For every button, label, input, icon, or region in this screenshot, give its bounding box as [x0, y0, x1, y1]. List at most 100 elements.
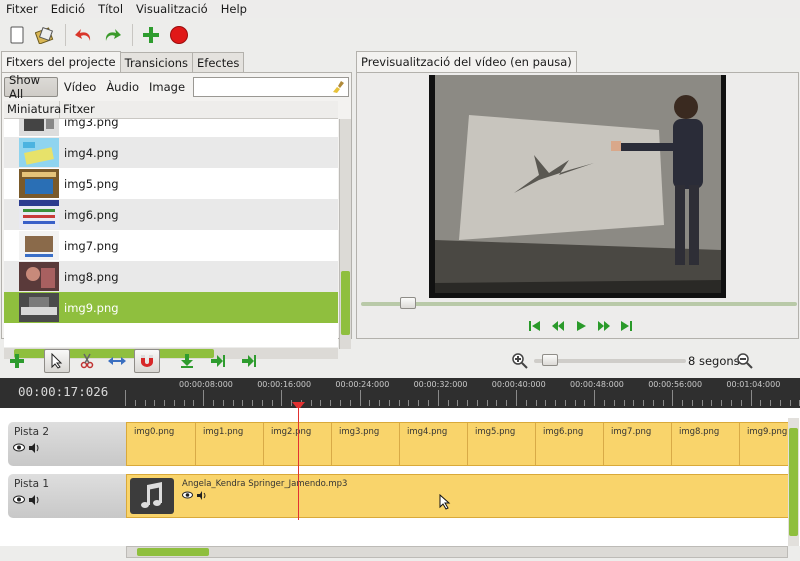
tab-effects[interactable]: Efectes: [192, 52, 245, 72]
filter-show-all[interactable]: Show All: [4, 73, 58, 101]
speaker-icon[interactable]: [196, 491, 207, 500]
list-item[interactable]: img9.png: [4, 292, 338, 323]
new-project-button[interactable]: [4, 22, 30, 48]
menu-fitxer[interactable]: Fitxer: [0, 2, 45, 16]
list-item[interactable]: img8.png: [4, 261, 338, 292]
arrow-pointer-icon: [51, 353, 63, 369]
add-marker-button[interactable]: [174, 349, 200, 373]
audio-clip-name: Angela_Kendra Springer_Jamendo.mp3: [182, 479, 348, 489]
thumbnail-image: [19, 200, 59, 229]
redo-button[interactable]: [99, 22, 125, 48]
play-button[interactable]: [569, 319, 592, 333]
list-item[interactable]: img6.png: [4, 199, 338, 230]
timeline-vscrollbar[interactable]: [788, 418, 799, 546]
zoom-slider[interactable]: [534, 354, 686, 366]
tab-transitions[interactable]: Transicions: [119, 52, 194, 72]
search-input[interactable]: [193, 77, 349, 97]
file-list-vscrollbar[interactable]: [339, 119, 351, 349]
razor-tool-button[interactable]: [74, 349, 100, 373]
zoom-slider-handle[interactable]: [541, 354, 558, 366]
file-name: img5.png: [64, 176, 119, 191]
tab-project-files[interactable]: Fitxers del projecte: [1, 51, 121, 72]
eye-icon[interactable]: [13, 443, 25, 452]
zoom-out-button[interactable]: [732, 349, 758, 373]
list-item[interactable]: img4.png: [4, 137, 338, 168]
rewind-button[interactable]: [546, 319, 569, 333]
seek-handle[interactable]: [400, 297, 417, 309]
list-item[interactable]: img5.png: [4, 168, 338, 199]
timeline-hscrollbar[interactable]: [126, 546, 788, 558]
ruler-tick: [467, 400, 468, 406]
eye-icon[interactable]: [13, 495, 25, 504]
timeline-clip[interactable]: img4.png: [400, 423, 468, 465]
snapping-button[interactable]: [134, 349, 160, 373]
filter-video[interactable]: Vídeo: [60, 77, 100, 97]
timeline-clip[interactable]: img0.png: [127, 423, 196, 465]
ruler-tick: [594, 390, 595, 406]
skip-end-icon: [621, 321, 632, 331]
column-file[interactable]: Fitxer: [60, 101, 95, 118]
track-name: Pista 1: [14, 478, 50, 490]
ruler-tick: [369, 400, 370, 406]
previous-marker-button[interactable]: [205, 349, 231, 373]
filter-image[interactable]: Image: [145, 77, 189, 97]
thumbnail-image: [19, 231, 59, 260]
track-header[interactable]: Pista 1: [8, 474, 128, 518]
ruler-tick: [379, 400, 380, 406]
timeline-ruler[interactable]: 00:00:17:026 00:00:08:000 00:00:16:000 00:…: [0, 378, 800, 410]
zoom-in-button[interactable]: [507, 349, 533, 373]
track-header[interactable]: Pista 2: [8, 422, 128, 466]
down-arrow-icon: [181, 354, 193, 368]
menu-edicio[interactable]: Edició: [45, 2, 92, 16]
undo-button[interactable]: [71, 22, 97, 48]
open-project-button[interactable]: [32, 22, 58, 48]
ruler-tick: [399, 400, 400, 406]
ruler-tick: [184, 400, 185, 406]
ruler-tick: [731, 400, 732, 406]
tab-video-preview[interactable]: Previsualització del vídeo (en pausa): [356, 51, 577, 72]
scrollbar-thumb[interactable]: [137, 548, 209, 556]
list-item[interactable]: img3.png: [4, 119, 338, 137]
menu-help[interactable]: Help: [215, 2, 254, 16]
timeline-clip[interactable]: img3.png: [332, 423, 400, 465]
video-preview-panel: Previsualització del vídeo (en pausa): [356, 51, 800, 339]
timeline-clip[interactable]: img7.png: [604, 423, 672, 465]
play-icon: [576, 321, 586, 331]
add-files-button[interactable]: [138, 22, 164, 48]
next-marker-button[interactable]: [236, 349, 262, 373]
speaker-icon[interactable]: [28, 495, 40, 505]
ruler-tick: [751, 390, 752, 406]
timeline-clip[interactable]: img8.png: [672, 423, 740, 465]
jump-start-button[interactable]: [523, 319, 546, 333]
ruler-tick: [320, 400, 321, 406]
add-track-button[interactable]: [4, 349, 30, 373]
list-item[interactable]: img7.png: [4, 230, 338, 261]
fast-forward-button[interactable]: [592, 319, 615, 333]
preview-seek-bar[interactable]: [361, 297, 797, 309]
ruler-tick: [575, 400, 576, 406]
ruler-tick: [457, 400, 458, 406]
filter-audio[interactable]: Àudio: [102, 77, 143, 97]
speaker-icon[interactable]: [28, 443, 40, 453]
select-tool-button[interactable]: [44, 349, 70, 373]
scrollbar-thumb[interactable]: [789, 428, 798, 536]
timeline-clip[interactable]: img1.png: [196, 423, 264, 465]
timeline-clip[interactable]: img6.png: [536, 423, 604, 465]
export-video-button[interactable]: [166, 22, 192, 48]
timeline-clip[interactable]: img5.png: [468, 423, 536, 465]
jump-end-button[interactable]: [615, 319, 638, 333]
resize-tool-button[interactable]: [104, 349, 130, 373]
file-list[interactable]: img3.png img4.png img5.png img6.png img7…: [4, 119, 338, 347]
ruler-tick: [233, 400, 234, 406]
menu-titol[interactable]: Títol: [92, 2, 130, 16]
preview-image: [429, 75, 726, 298]
timeline-clip[interactable]: img9.png: [740, 423, 793, 465]
column-thumbnail[interactable]: Miniatura: [4, 101, 61, 118]
clear-brush-icon[interactable]: [332, 80, 346, 94]
record-icon: [170, 26, 188, 44]
menu-visualitzacio[interactable]: Visualització: [130, 2, 215, 16]
scrollbar-thumb[interactable]: [341, 271, 350, 335]
audio-clip[interactable]: Angela_Kendra Springer_Jamendo.mp3: [127, 475, 793, 517]
video-preview-body: [356, 72, 799, 339]
eye-icon[interactable]: [182, 491, 193, 499]
